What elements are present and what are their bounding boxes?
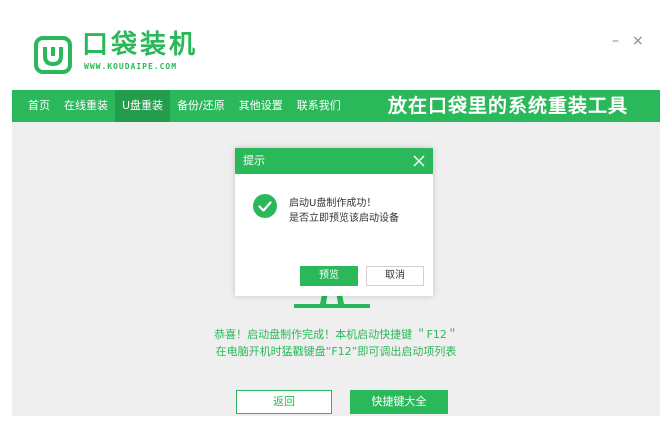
dialog-title: 提示 — [243, 154, 265, 167]
dialog-titlebar: 提示 — [235, 148, 433, 174]
pocket-logo-icon — [34, 36, 72, 74]
back-button[interactable]: 返回 — [236, 390, 332, 414]
check-circle-icon — [253, 194, 277, 218]
app-window: 口袋装机 WWW.KOUDAIPE.COM – × 首页 在线重装 U盘重装 备… — [12, 14, 660, 416]
close-window-button[interactable]: × — [632, 34, 644, 48]
prompt-dialog: 提示 启动U盘制作成功！ 是否立即预览该启动设备 预览 取消 — [235, 148, 433, 296]
brand-url: WWW.KOUDAIPE.COM — [84, 62, 178, 71]
nav-item-usb-reinstall[interactable]: U盘重装 — [115, 90, 171, 122]
header: 口袋装机 WWW.KOUDAIPE.COM – × — [12, 14, 660, 90]
hotkeys-list-button[interactable]: 快捷键大全 — [350, 390, 448, 414]
nav-item-backup-restore[interactable]: 备份/还原 — [170, 90, 232, 122]
dialog-message-line1: 启动U盘制作成功！ — [289, 198, 377, 209]
minimize-button[interactable]: – — [612, 34, 619, 48]
nav-item-other-settings[interactable]: 其他设置 — [232, 90, 290, 122]
dialog-message-line2: 是否立即预览该启动设备 — [289, 213, 399, 224]
brand-name: 口袋装机 — [82, 30, 199, 60]
success-message-line1: 恭喜！启动盘制作完成！本机启动快捷键 ＂F12＂ — [214, 328, 458, 341]
preview-button[interactable]: 预览 — [300, 266, 358, 286]
success-message-line2: 在电脑开机时猛戳键盘“F12”即可调出启动项列表 — [215, 345, 457, 358]
nav-item-home[interactable]: 首页 — [12, 90, 57, 122]
nav-item-online-reinstall[interactable]: 在线重装 — [57, 90, 115, 122]
cancel-button[interactable]: 取消 — [366, 266, 424, 286]
nav-item-contact-us[interactable]: 联系我们 — [290, 90, 348, 122]
close-icon[interactable] — [413, 155, 425, 167]
nav-slogan: 放在口袋里的系统重装工具 — [388, 95, 629, 117]
